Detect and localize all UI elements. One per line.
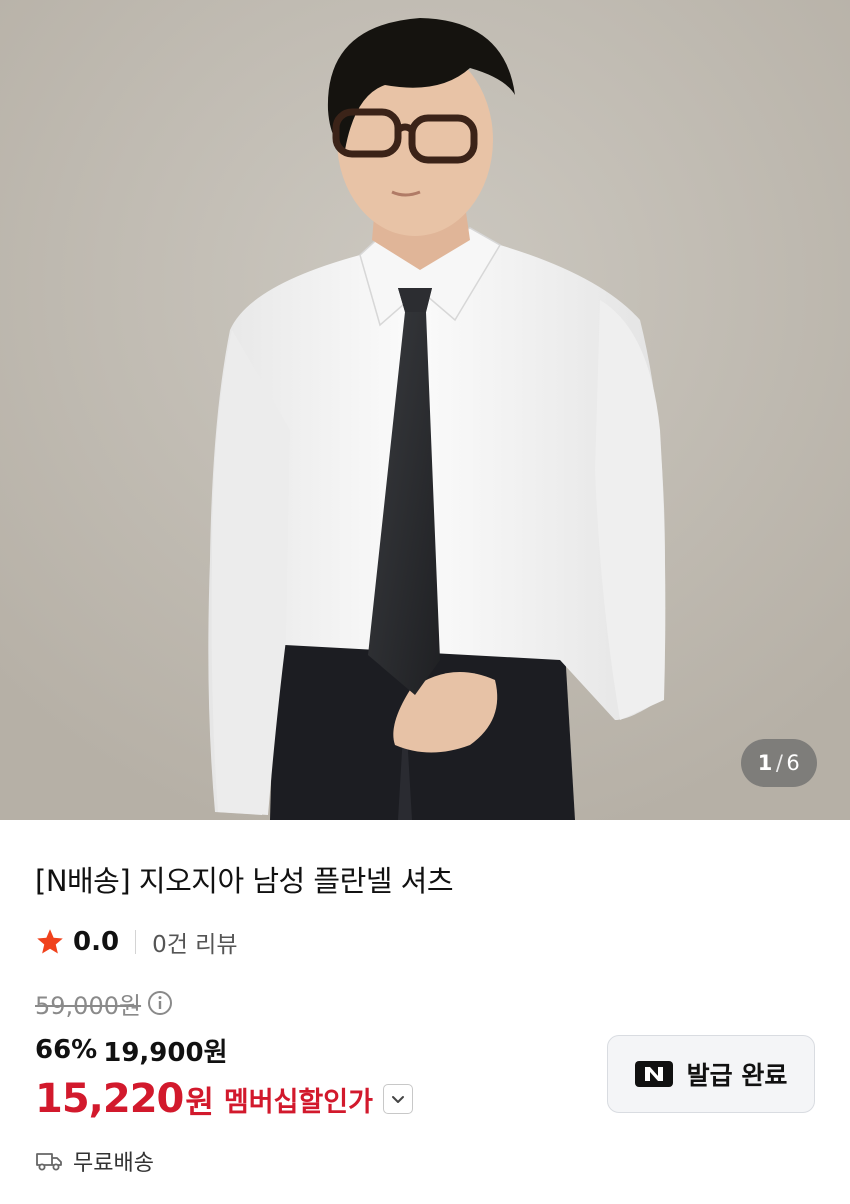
total-image-count: 6	[786, 751, 801, 775]
review-count-link[interactable]: 0건 리뷰	[152, 925, 237, 959]
current-image-index: 1	[757, 751, 773, 775]
image-page-counter: 1 / 6	[741, 739, 817, 787]
discount-rate: 66%	[35, 1035, 98, 1065]
chevron-down-icon	[391, 1096, 404, 1103]
member-price-label: 멤버십할인가	[223, 1086, 373, 1118]
truck-icon	[36, 1153, 62, 1171]
sale-price: 19,900원	[103, 1037, 228, 1068]
expand-price-button[interactable]	[382, 1084, 413, 1114]
star-icon	[37, 929, 63, 954]
info-icon[interactable]	[147, 990, 173, 1016]
product-page: 1 / 6 [N배송] 지오지아 남성 플란넬 셔츠 0.0 0건 리뷰 59,…	[0, 0, 850, 1204]
original-price: 59,000원	[35, 991, 142, 1020]
rating-row[interactable]: 0.0 0건 리뷰	[35, 925, 238, 959]
naver-n-logo	[634, 1061, 673, 1087]
member-price-unit: 원	[185, 1084, 214, 1121]
rating-divider	[135, 930, 137, 954]
counter-separator: /	[775, 751, 784, 775]
n-logo-icon	[644, 1067, 663, 1081]
shipping-row: 무료배송	[35, 1145, 154, 1177]
coupon-issued-button[interactable]: 발급 완료	[607, 1035, 815, 1113]
coupon-label: 발급 완료	[686, 1061, 788, 1090]
member-price: 15,220	[35, 1076, 184, 1122]
original-price-row: 59,000원	[35, 986, 173, 1020]
product-photo	[0, 0, 850, 820]
rating-value: 0.0	[73, 927, 120, 957]
product-title: [N배송] 지오지아 남성 플란넬 셔츠	[35, 864, 454, 898]
sale-price-row: 66% 19,900원	[35, 1032, 228, 1068]
member-price-row: 15,220 원 멤버십할인가	[35, 1074, 413, 1124]
product-image-carousel[interactable]: 1 / 6	[0, 0, 850, 820]
shipping-info: 무료배송	[73, 1151, 154, 1176]
